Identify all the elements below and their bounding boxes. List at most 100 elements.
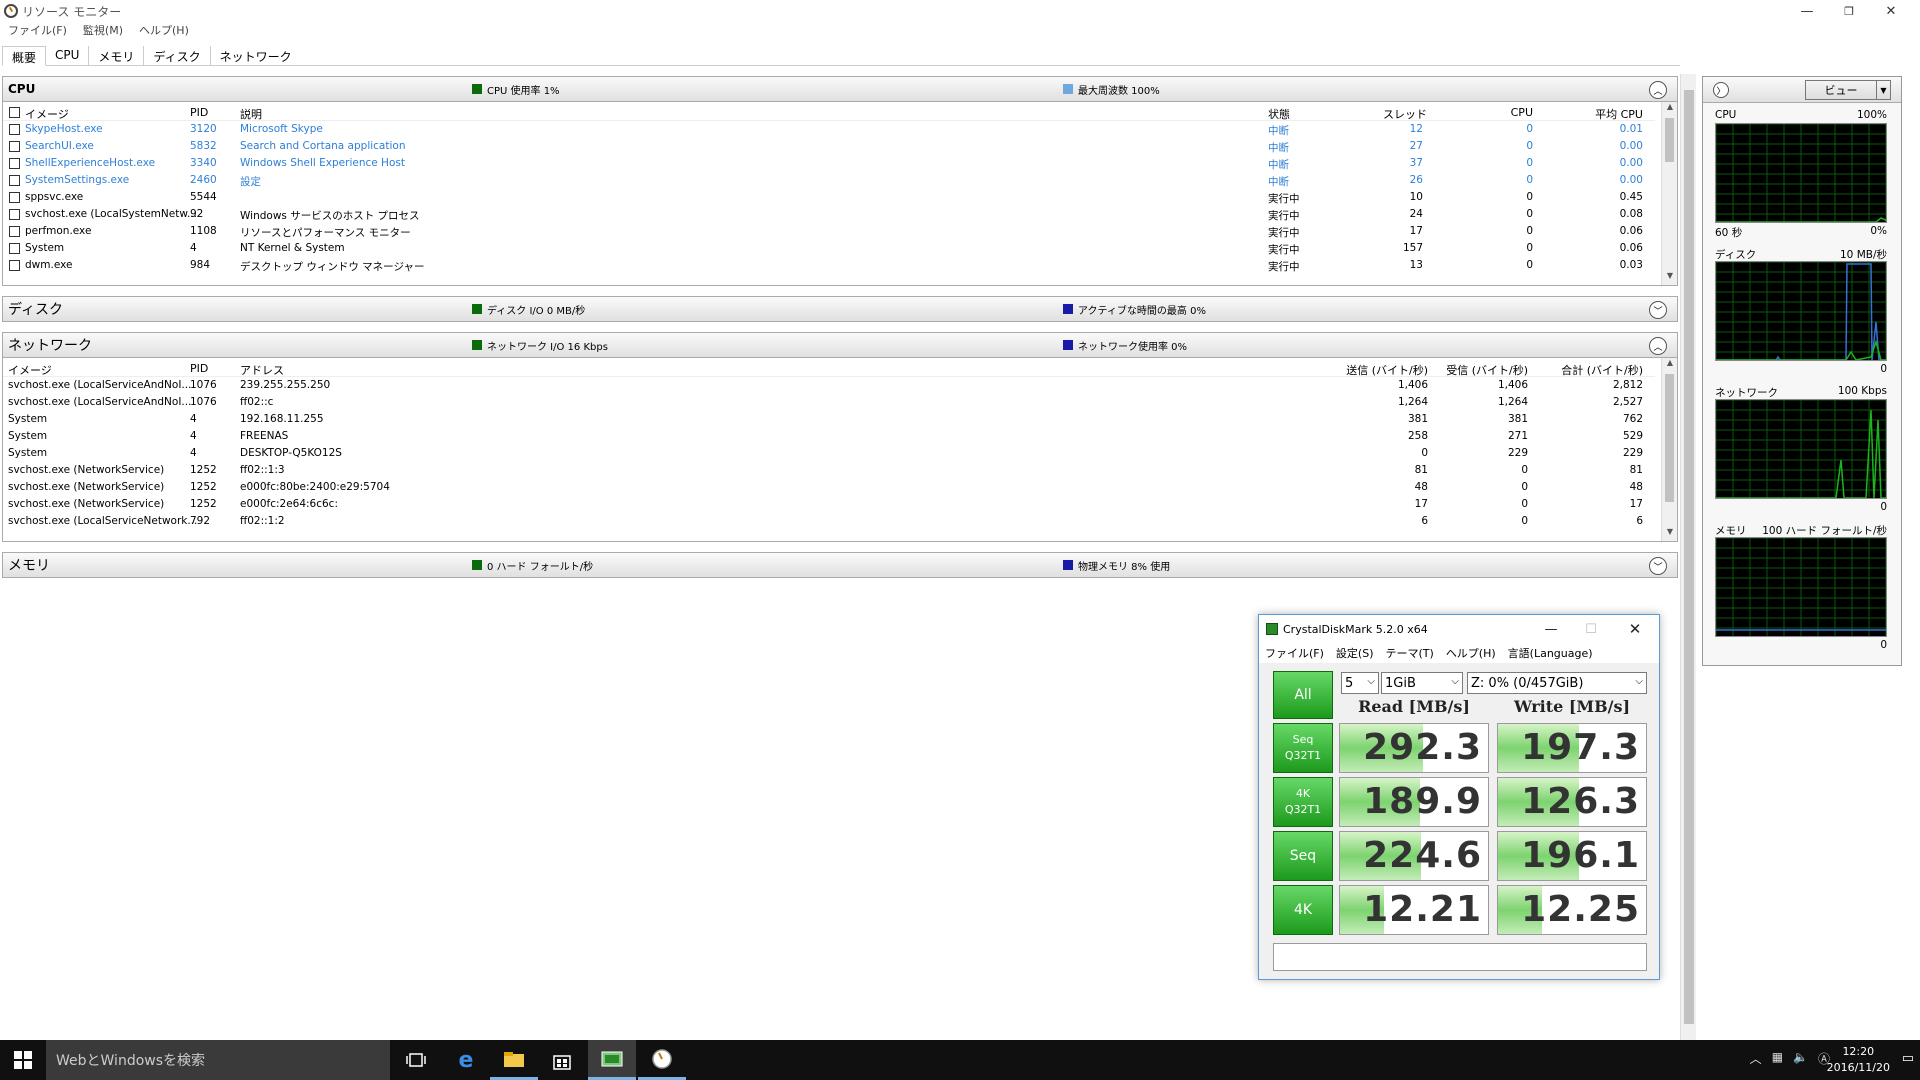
- cdm-menu-language[interactable]: 言語(Language): [1502, 643, 1599, 663]
- tab-network[interactable]: ネットワーク: [209, 46, 301, 66]
- test-size-select[interactable]: 1GiB ⌵: [1381, 672, 1463, 694]
- cdm-close-button[interactable]: ✕: [1615, 615, 1655, 643]
- menu-help[interactable]: ヘルプ(H): [131, 22, 197, 40]
- row-checkbox[interactable]: [9, 141, 20, 152]
- table-row[interactable]: ShellExperienceHost.exe 3340 Windows Shell…: [3, 155, 1655, 172]
- cdm-maximize-button[interactable]: ☐: [1571, 615, 1611, 643]
- tab-memory[interactable]: メモリ: [88, 46, 143, 66]
- cdm-menu-settings[interactable]: 設定(S): [1330, 643, 1380, 663]
- col-cpu[interactable]: CPU: [1493, 106, 1533, 119]
- menu-monitor[interactable]: 監視(M): [75, 22, 131, 40]
- taskbar-search-box[interactable]: WebとWindowsを検索: [46, 1040, 390, 1080]
- row-checkbox[interactable]: [9, 260, 20, 271]
- crystaldiskmark-taskbar-icon[interactable]: [588, 1040, 636, 1080]
- disk-section-header[interactable]: ディスク ディスク I/O 0 MB/秒 アクティブな時間の最高 0% ﹀: [2, 296, 1678, 322]
- file-explorer-icon[interactable]: [490, 1040, 538, 1080]
- table-row[interactable]: perfmon.exe 1108 リソースとパフォーマンス モニター 実行中 17 0 0.…: [3, 223, 1655, 240]
- table-row[interactable]: svchost.exe (LocalServiceAndNoI... 1076 ff…: [3, 394, 1655, 411]
- table-row[interactable]: System 4 FREENAS 258 271 529: [3, 428, 1655, 445]
- start-button[interactable]: [0, 1040, 46, 1080]
- cpu-table-scrollbar[interactable]: ▲ ▼: [1661, 102, 1677, 285]
- restore-button[interactable]: ❐: [1826, 0, 1872, 22]
- table-row[interactable]: SkypeHost.exe 3120 Microsoft Skype 中断 12 0 0.0…: [3, 121, 1655, 138]
- network-table-scrollbar[interactable]: ▲ ▼: [1661, 358, 1677, 541]
- all-button[interactable]: All: [1273, 671, 1333, 719]
- table-row[interactable]: svchost.exe (LocalSystemNetw... 92 Windows…: [3, 206, 1655, 223]
- table-row[interactable]: svchost.exe (NetworkService) 1252 ff02::1:…: [3, 462, 1655, 479]
- scroll-up-arrow-icon[interactable]: ▲: [1662, 358, 1677, 372]
- table-row[interactable]: svchost.exe (NetworkService) 1252 e000fc:8…: [3, 479, 1655, 496]
- col-image[interactable]: イメージ: [25, 106, 69, 122]
- close-button[interactable]: ✕: [1868, 0, 1914, 22]
- comment-field[interactable]: [1273, 943, 1647, 971]
- expand-memory-chevron-icon[interactable]: ﹀: [1649, 557, 1667, 575]
- minimize-button[interactable]: —: [1784, 0, 1830, 22]
- test-button-seq[interactable]: Seq: [1273, 831, 1333, 881]
- show-hidden-icons-chevron-icon[interactable]: ︿: [1750, 1050, 1762, 1067]
- table-row[interactable]: System 4 DESKTOP-Q5KO12S 0 229 229: [3, 445, 1655, 462]
- row-checkbox[interactable]: [9, 158, 20, 169]
- col-avg-cpu[interactable]: 平均 CPU: [1573, 106, 1643, 122]
- table-row[interactable]: SearchUI.exe 5832 Search and Cortana appli…: [3, 138, 1655, 155]
- task-view-icon[interactable]: [392, 1040, 440, 1080]
- tab-cpu[interactable]: CPU: [46, 46, 88, 66]
- row-checkbox[interactable]: [9, 175, 20, 186]
- table-row[interactable]: System 4 192.168.11.255 381 381 762: [3, 411, 1655, 428]
- drive-select[interactable]: Z: 0% (0/457GiB) ⌵: [1467, 672, 1647, 694]
- col-receive[interactable]: 受信 (バイト/秒): [1443, 362, 1528, 378]
- scroll-down-arrow-icon[interactable]: ▼: [1662, 527, 1677, 541]
- cdm-menu-theme[interactable]: テーマ(T): [1380, 643, 1440, 663]
- row-checkbox[interactable]: [9, 124, 20, 135]
- memory-section-header[interactable]: メモリ 0 ハード フォールト/秒 物理メモリ 8% 使用 ﹀: [2, 552, 1678, 578]
- scroll-thumb[interactable]: [1665, 374, 1674, 502]
- table-row[interactable]: svchost.exe (LocalServiceNetwork... 792 ff…: [3, 513, 1655, 530]
- col-address[interactable]: アドレス: [240, 362, 284, 378]
- test-button-4k-q32t1[interactable]: 4K Q32T1: [1273, 777, 1333, 827]
- action-center-icon[interactable]: ▭: [1902, 1051, 1914, 1066]
- table-row[interactable]: System 4 NT Kernel & System 実行中 157 0 0.06: [3, 240, 1655, 257]
- select-all-checkbox[interactable]: [9, 107, 20, 118]
- network-icon[interactable]: ▦: [1772, 1050, 1783, 1067]
- main-scrollbar[interactable]: [1680, 74, 1696, 1040]
- view-dropdown[interactable]: ビュー ▼: [1805, 80, 1891, 100]
- taskbar-clock[interactable]: 12:20 2016/11/20: [1827, 1044, 1890, 1076]
- cdm-menu-file[interactable]: ファイル(F): [1259, 643, 1330, 663]
- store-icon[interactable]: [538, 1040, 586, 1080]
- col-net-pid[interactable]: PID: [190, 362, 208, 375]
- table-row[interactable]: dwm.exe 984 デスクトップ ウィンドウ マネージャー 実行中 13 0 0.03: [3, 257, 1655, 274]
- col-status[interactable]: 状態: [1268, 106, 1290, 122]
- main-scroll-thumb[interactable]: [1684, 90, 1694, 1024]
- table-row[interactable]: SystemSettings.exe 2460 設定 中断 26 0 0.00: [3, 172, 1655, 189]
- col-threads[interactable]: スレッド: [1383, 106, 1427, 122]
- col-send[interactable]: 送信 (バイト/秒): [1343, 362, 1428, 378]
- table-row[interactable]: svchost.exe (LocalServiceAndNoI... 1076 23…: [3, 377, 1655, 394]
- col-pid[interactable]: PID: [190, 106, 208, 119]
- table-row[interactable]: svchost.exe (NetworkService) 1252 e000fc:2…: [3, 496, 1655, 513]
- cpu-section-header[interactable]: CPU CPU 使用率 1% 最大周波数 100% ︿: [2, 76, 1678, 102]
- row-checkbox[interactable]: [9, 226, 20, 237]
- menu-file[interactable]: ファイル(F): [0, 22, 75, 40]
- scroll-thumb[interactable]: [1665, 118, 1674, 162]
- test-count-select[interactable]: 5 ⌵: [1341, 672, 1379, 694]
- expand-disk-chevron-icon[interactable]: ﹀: [1649, 301, 1667, 319]
- col-net-image[interactable]: イメージ: [8, 362, 52, 378]
- table-row[interactable]: sppsvc.exe 5544 実行中 10 0 0.45: [3, 189, 1655, 206]
- row-checkbox[interactable]: [9, 209, 20, 220]
- scroll-down-arrow-icon[interactable]: ▼: [1662, 271, 1677, 285]
- collapse-network-chevron-icon[interactable]: ︿: [1649, 337, 1667, 355]
- edge-browser-icon[interactable]: e: [442, 1040, 490, 1080]
- col-total[interactable]: 合計 (バイト/秒): [1548, 362, 1643, 378]
- test-button-4k[interactable]: 4K: [1273, 885, 1333, 935]
- tab-disk[interactable]: ディスク: [143, 46, 209, 66]
- col-description[interactable]: 説明: [240, 106, 262, 122]
- tab-overview[interactable]: 概要: [2, 46, 47, 66]
- scroll-up-arrow-icon[interactable]: ▲: [1662, 102, 1677, 116]
- collapse-cpu-chevron-icon[interactable]: ︿: [1649, 81, 1667, 99]
- row-checkbox[interactable]: [9, 243, 20, 254]
- cdm-minimize-button[interactable]: —: [1531, 615, 1571, 643]
- collapse-panel-arrow-icon[interactable]: 〉: [1713, 82, 1729, 98]
- network-section-header[interactable]: ネットワーク ネットワーク I/O 16 Kbps ネットワーク使用率 0% ︿: [2, 332, 1678, 358]
- cdm-menu-help[interactable]: ヘルプ(H): [1440, 643, 1502, 663]
- test-button-seq-q32t1[interactable]: Seq Q32T1: [1273, 723, 1333, 773]
- row-checkbox[interactable]: [9, 192, 20, 203]
